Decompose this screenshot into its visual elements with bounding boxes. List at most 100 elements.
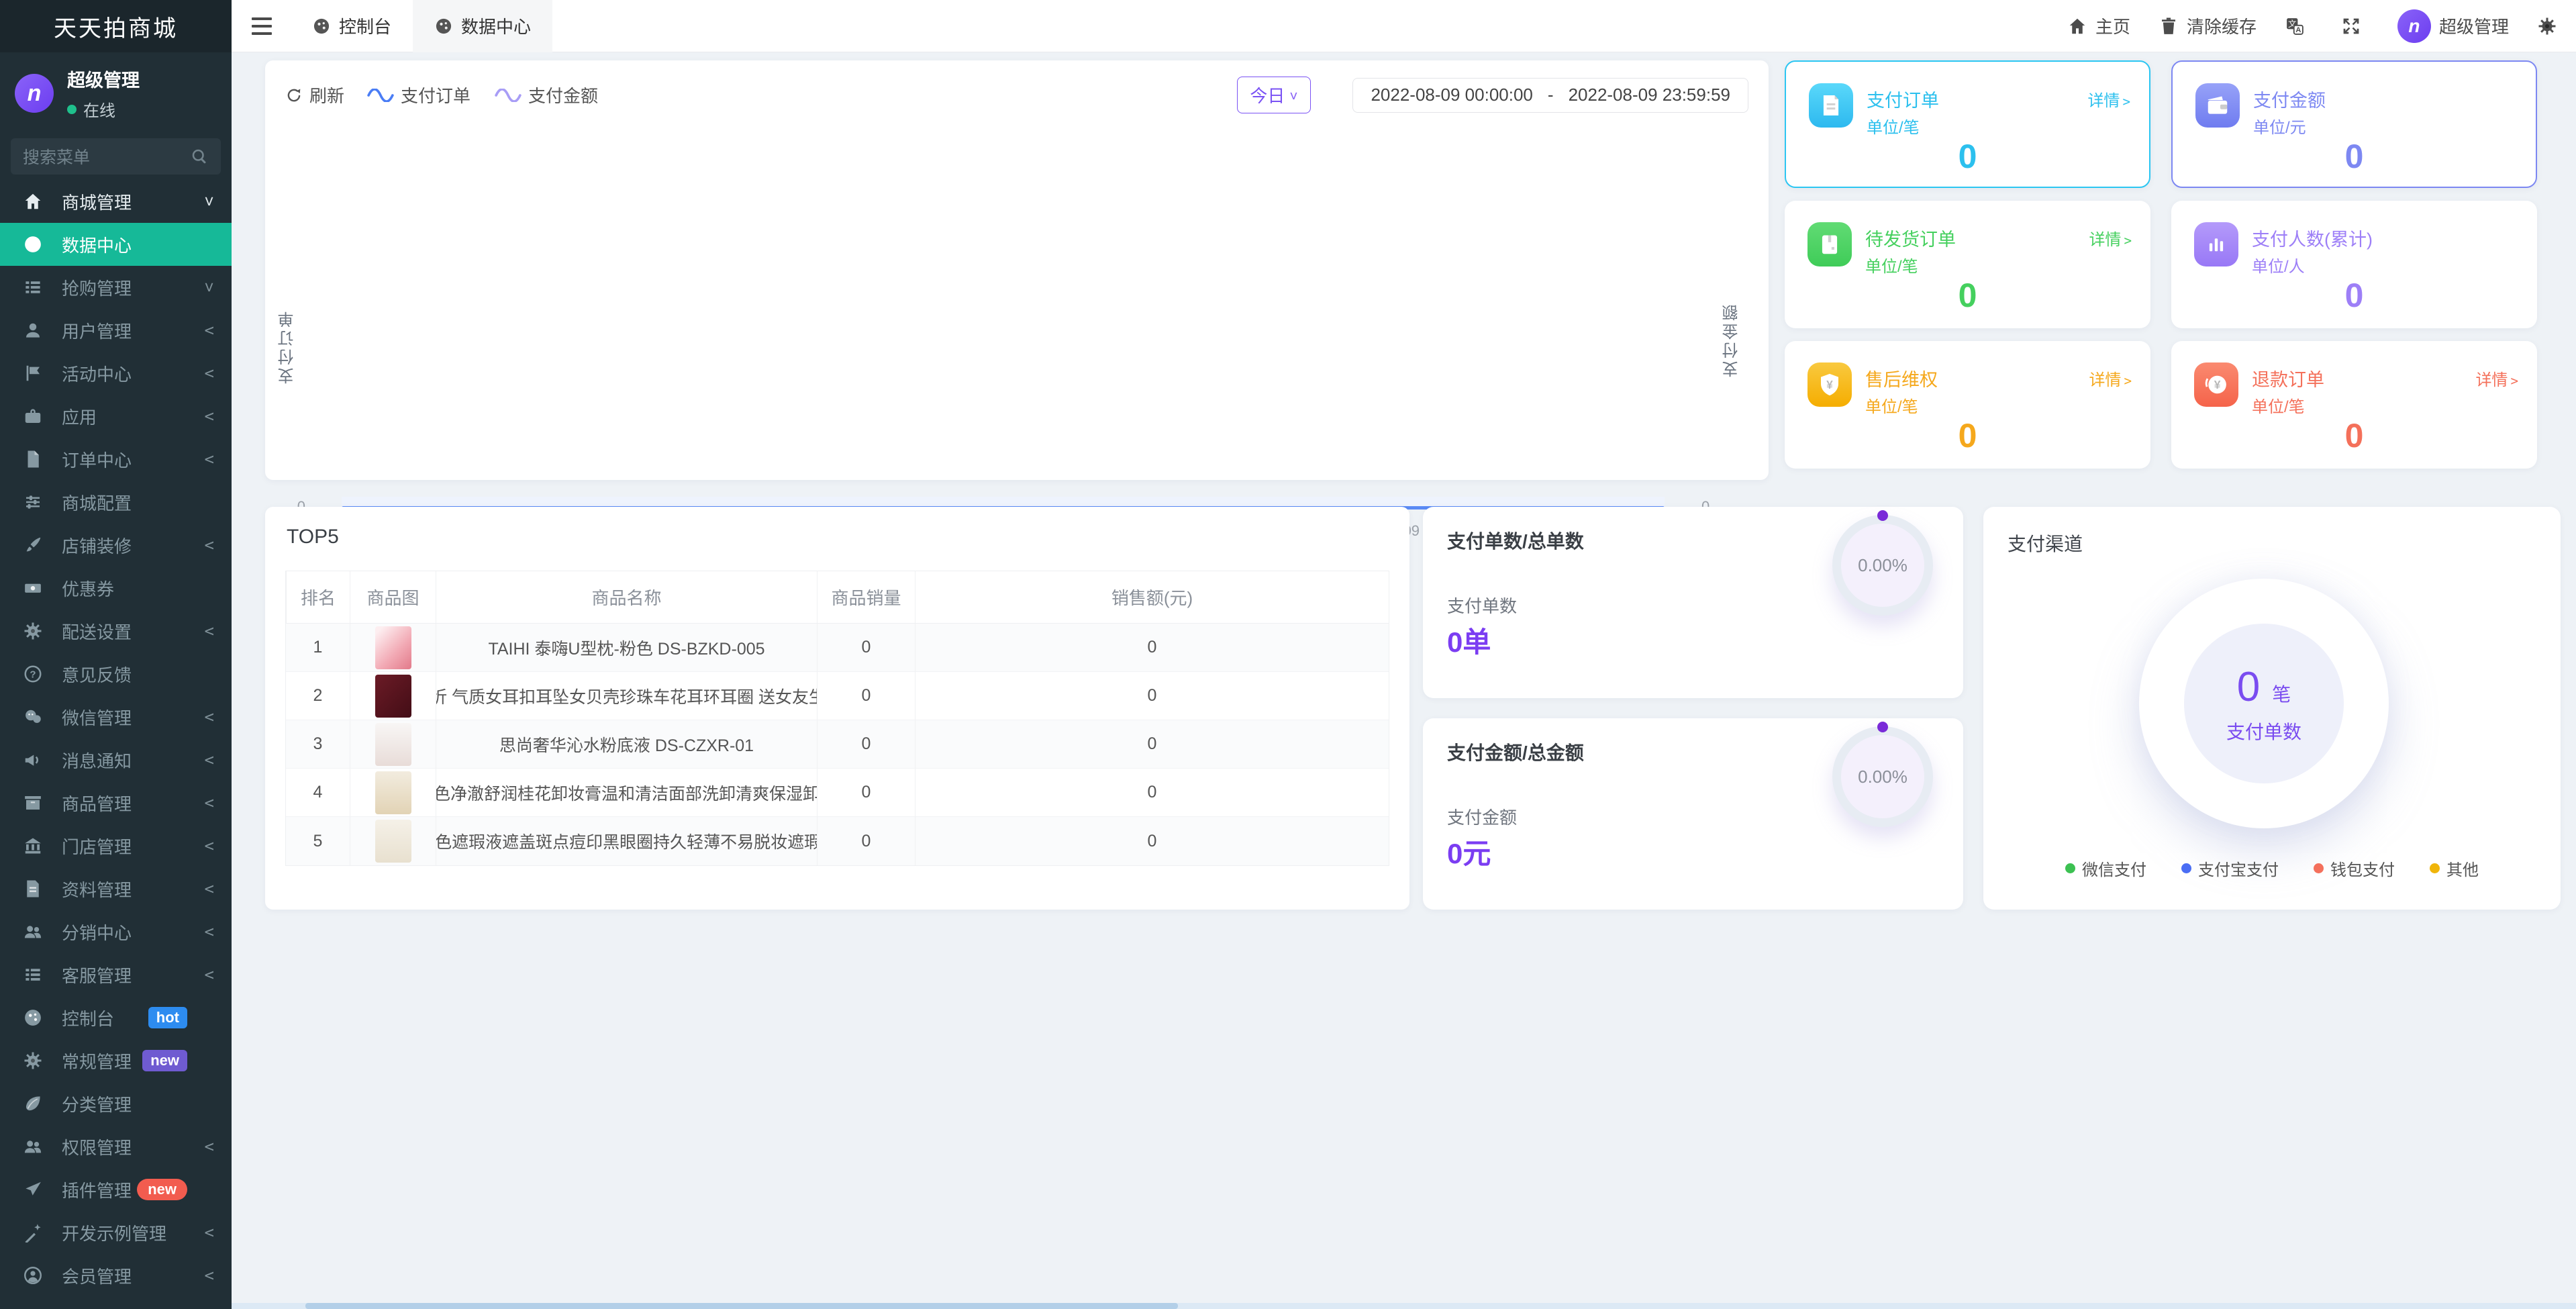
refresh-icon <box>285 87 303 104</box>
topbar-user[interactable]: n 超级管理 <box>2397 9 2509 43</box>
user-name: 超级管理 <box>67 70 140 91</box>
sidebar-item[interactable]: 门店管理 <box>0 824 232 867</box>
topbar-action[interactable] <box>2285 16 2313 36</box>
sidebar-item[interactable]: 权限管理 <box>0 1125 232 1168</box>
topbar-action[interactable] <box>2341 16 2369 36</box>
search-input[interactable]: 搜索菜单 <box>11 138 221 175</box>
detail-link[interactable]: 详情 <box>2087 87 2130 111</box>
table-row[interactable]: 3 思尚奢华沁水粉底液 DS-CZXR-01 0 0 <box>286 720 1389 769</box>
sidebar-item[interactable]: 会员管理 <box>0 1254 232 1297</box>
sidebar-item[interactable]: 用户管理 <box>0 309 232 352</box>
image-cell <box>350 769 436 816</box>
image-cell <box>350 720 436 768</box>
topbar-action[interactable]: 主页 <box>2067 13 2130 38</box>
sidebar-item[interactable]: 消息通知 <box>0 738 232 781</box>
legend-label: 微信支付 <box>2082 861 2146 879</box>
legend-item[interactable]: 支付宝支付 <box>2181 857 2279 880</box>
sales-cell: 0 <box>817 769 915 816</box>
rank-cell: 4 <box>313 783 323 802</box>
table-row[interactable]: 1 TAIHI 泰嗨U型枕-粉色 DS-BZKD-005 0 0 <box>286 624 1389 672</box>
search-placeholder: 搜索菜单 <box>23 148 91 167</box>
topbar-user-name: 超级管理 <box>2438 17 2509 37</box>
menu-icon <box>23 1008 43 1028</box>
legend-item[interactable]: 其他 <box>2430 857 2479 880</box>
tab[interactable]: 控制台 <box>291 0 413 52</box>
sidebar-item[interactable]: 活动中心 <box>0 352 232 395</box>
tab-label: 数据中心 <box>461 17 532 37</box>
sidebar-item[interactable]: 客服管理 <box>0 953 232 996</box>
sidebar-item[interactable]: 开发示例管理 <box>0 1211 232 1254</box>
amount-cell: 0 <box>915 624 1389 671</box>
legend-dot-icon <box>2181 863 2191 873</box>
sidebar-item[interactable]: 插件管理 new <box>0 1168 232 1211</box>
sidebar-item[interactable]: 意见反馈 <box>0 652 232 695</box>
stat-title: 支付人数(累计) <box>2252 230 2373 250</box>
sidebar-item[interactable]: 配送设置 <box>0 610 232 652</box>
sidebar-item[interactable]: 资料管理 <box>0 867 232 910</box>
image-cell <box>350 624 436 671</box>
sidebar-item[interactable]: 分类管理 <box>0 1082 232 1125</box>
action-icon <box>2159 16 2179 36</box>
menu-icon <box>23 1222 43 1243</box>
sidebar-item-label: 用户管理 <box>62 321 132 342</box>
sidebar-item[interactable]: 常规管理 new <box>0 1039 232 1082</box>
tab[interactable]: 数据中心 <box>413 0 553 52</box>
topbar-action[interactable]: 清除缓存 <box>2159 13 2257 38</box>
product-name-cell: 烙色净澈舒润桂花卸妆膏温和清洁面部洗卸清爽保湿卸妆 <box>436 769 817 816</box>
stat-value: 0 <box>1958 417 1977 454</box>
stat-title: 退款订单 <box>2252 370 2324 390</box>
product-image <box>375 674 411 718</box>
status-badge: new <box>137 1179 187 1200</box>
sidebar-item[interactable]: 订单中心 <box>0 438 232 481</box>
sidebar-item[interactable]: 微信管理 <box>0 695 232 738</box>
sidebar-item[interactable]: 商城管理 <box>0 180 232 223</box>
sidebar-item[interactable]: 分销中心 <box>0 910 232 953</box>
hamburger-menu-icon[interactable] <box>245 11 279 42</box>
scrollbar-thumb[interactable] <box>305 1303 1178 1309</box>
table-row[interactable]: 5 烙色遮瑕液遮盖斑点痘印黑眼圈持久轻薄不易脱妆遮瑕... 0 0 <box>286 817 1389 865</box>
horizontal-scrollbar[interactable] <box>0 1303 2576 1309</box>
sales-cell: 0 <box>817 720 915 768</box>
menu-icon <box>23 363 43 383</box>
sidebar-item-label: 配送设置 <box>62 622 132 642</box>
period-select[interactable]: 今日 <box>1237 77 1311 113</box>
table-row[interactable]: 2 卡忻 气质女耳扣耳坠女贝壳珍珠车花耳环耳圈 送女友生... 0 0 <box>286 672 1389 720</box>
sidebar-item[interactable]: 抢购管理 <box>0 266 232 309</box>
search-icon <box>190 147 209 166</box>
top5-table: 排名 商品图 商品名称 商品销量 销售额(元) 1 TAIHI 泰嗨U型枕-粉色 DS-… <box>285 571 1389 866</box>
sidebar-item[interactable]: 优惠券 <box>0 567 232 610</box>
detail-link[interactable]: 详情 <box>2089 226 2132 250</box>
legend-item[interactable]: 微信支付 <box>2065 857 2146 880</box>
topbar: 控制台 数据中心 主页 清除缓存 n 超级管理 <box>232 0 2576 52</box>
sidebar-item[interactable]: 应用 <box>0 395 232 438</box>
sidebar-item-label: 意见反馈 <box>62 665 132 685</box>
topbar-actions: 主页 清除缓存 n 超级管理 <box>2067 0 2576 52</box>
channel-title: 支付渠道 <box>2008 534 2083 554</box>
table-row[interactable]: 4 烙色净澈舒润桂花卸妆膏温和清洁面部洗卸清爽保湿卸妆 0 0 <box>286 769 1389 817</box>
legend-item[interactable]: 钱包支付 <box>2314 857 2395 880</box>
legend-label: 支付金额 <box>528 86 599 106</box>
gauge-title: 支付单数/总单数 <box>1447 531 1584 552</box>
detail-link[interactable]: 详情 <box>2475 367 2518 390</box>
sidebar-item[interactable]: 商品管理 <box>0 781 232 824</box>
legend-item[interactable]: 支付金额 <box>495 83 598 107</box>
settings-button[interactable] <box>2537 16 2557 36</box>
chevron-icon <box>194 536 214 554</box>
sidebar-item[interactable]: 控制台 hot <box>0 996 232 1039</box>
legend-item[interactable]: 支付订单 <box>367 83 470 107</box>
sidebar-menu: 商城管理 数据中心 抢购管理 用户管理 <box>0 180 232 1297</box>
sidebar-user[interactable]: n 超级管理 在线 <box>0 52 232 130</box>
stat-icon <box>2194 222 2238 266</box>
sidebar-item-label: 订单中心 <box>62 450 132 471</box>
rank-cell: 1 <box>313 638 323 657</box>
stat-card: 支付金额 单位/元 0 <box>2171 60 2537 188</box>
sidebar-item[interactable]: 店铺装修 <box>0 524 232 567</box>
menu-icon <box>23 234 43 254</box>
sidebar-item[interactable]: 数据中心 <box>0 223 232 266</box>
refresh-button[interactable]: 刷新 <box>285 83 344 107</box>
sidebar-item[interactable]: 商城配置 <box>0 481 232 524</box>
chevron-icon <box>194 879 214 898</box>
date-range-input[interactable]: 2022-08-09 00:00:00 - 2022-08-09 23:59:5… <box>1352 77 1748 113</box>
rank-cell: 3 <box>313 734 323 753</box>
detail-link[interactable]: 详情 <box>2089 367 2132 390</box>
